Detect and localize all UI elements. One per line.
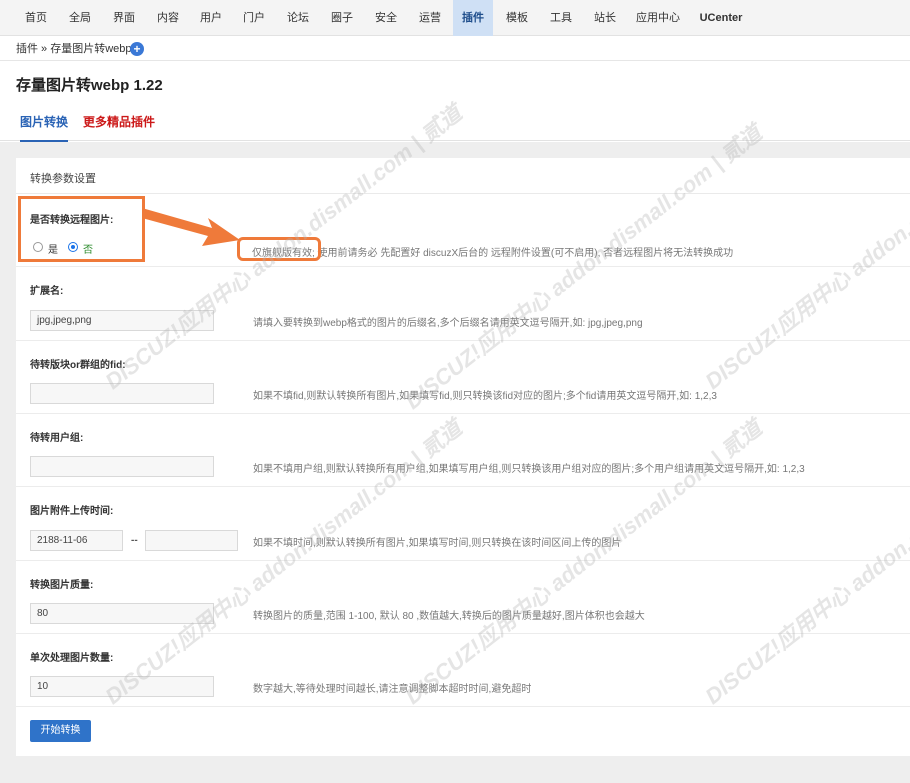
nav-founder[interactable]: 站长 xyxy=(583,0,627,36)
start-convert-button[interactable]: 开始转换 xyxy=(30,720,91,742)
row-divider xyxy=(16,706,910,707)
panel-title: 转换参数设置 xyxy=(30,173,96,185)
row-divider xyxy=(16,266,910,267)
row-divider xyxy=(16,560,910,561)
group-label: 待转用户组: xyxy=(30,433,84,444)
nav-plugin[interactable]: 插件 xyxy=(453,0,493,36)
ext-label: 扩展名: xyxy=(30,286,64,297)
row-divider xyxy=(16,633,910,634)
fid-label: 待转版块or群组的fid: xyxy=(30,360,126,371)
top-nav: 首页 全局 界面 内容 用户 门户 论坛 圈子 安全 运营 插件 模板 工具 站… xyxy=(0,0,910,36)
nav-style[interactable]: 界面 xyxy=(102,0,146,36)
time-from-input[interactable]: 2188-11-06 xyxy=(30,530,123,551)
tab-more-plugins[interactable]: 更多精品插件 xyxy=(83,113,155,130)
nav-safe[interactable]: 安全 xyxy=(364,0,408,36)
nav-user[interactable]: 用户 xyxy=(190,0,232,36)
annotation-box xyxy=(18,196,145,262)
time-to-input[interactable] xyxy=(145,530,238,551)
count-input[interactable]: 10 xyxy=(30,676,214,697)
quality-input[interactable]: 80 xyxy=(30,603,214,624)
nav-global[interactable]: 全局 xyxy=(58,0,102,36)
nav-portal[interactable]: 门户 xyxy=(232,0,276,36)
row-divider xyxy=(16,413,910,414)
tab-image-convert[interactable]: 图片转换 xyxy=(20,113,69,142)
breadcrumb: 插件 » 存量图片转webp xyxy=(16,43,132,55)
panel-header: 转换参数设置 xyxy=(16,158,910,194)
nav-forum[interactable]: 论坛 xyxy=(276,0,320,36)
fid-hint: 如果不填fid,则默认转换所有图片,如果填写fid,则只转换该fid对应的图片;… xyxy=(253,391,717,402)
group-input[interactable] xyxy=(30,456,214,477)
page-title: 存量图片转webp 1.22 xyxy=(16,77,163,94)
nav-content[interactable]: 内容 xyxy=(146,0,190,36)
breadcrumb-bar: 插件 » 存量图片转webp + xyxy=(0,37,910,61)
time-separator: -- xyxy=(131,535,138,546)
annotation-arrow-icon xyxy=(142,208,240,246)
nav-template[interactable]: 模板 xyxy=(495,0,539,36)
nav-group[interactable]: 圈子 xyxy=(320,0,364,36)
nav-ucenter[interactable]: UCenter xyxy=(692,0,750,36)
add-shortcut-icon[interactable]: + xyxy=(130,42,144,56)
time-label: 图片附件上传时间: xyxy=(30,506,114,517)
remote-hint: 仅旗舰版有效; 使用前请务必 先配置好 discuzX后台的 远程附件设置(可不… xyxy=(252,248,734,259)
nav-operation[interactable]: 运营 xyxy=(408,0,452,36)
nav-app-center[interactable]: 应用中心 xyxy=(630,0,686,36)
tab-bar: 图片转换 更多精品插件 xyxy=(0,105,910,142)
nav-tools[interactable]: 工具 xyxy=(539,0,583,36)
row-divider xyxy=(16,340,910,341)
ext-input[interactable]: jpg,jpeg,png xyxy=(30,310,214,331)
time-hint: 如果不填时间,则默认转换所有图片,如果填写时间,则只转换在该时间区间上传的图片 xyxy=(253,538,622,549)
quality-hint: 转换图片的质量,范围 1-100, 默认 80 ,数值越大,转换后的图片质量越好… xyxy=(253,611,645,622)
ext-hint: 请填入要转换到webp格式的图片的后缀名,多个后缀名请用英文逗号隔开,如: jp… xyxy=(253,318,643,329)
fid-input[interactable] xyxy=(30,383,214,404)
quality-label: 转换图片质量: xyxy=(30,580,94,591)
count-hint: 数字越大,等待处理时间越长,请注意调整脚本超时时间,避免超时 xyxy=(253,684,532,695)
row-divider xyxy=(16,486,910,487)
group-hint: 如果不填用户组,则默认转换所有用户组,如果填写用户组,则只转换该用户组对应的图片… xyxy=(253,464,805,475)
nav-home[interactable]: 首页 xyxy=(14,0,58,36)
count-label: 单次处理图片数量: xyxy=(30,653,114,664)
